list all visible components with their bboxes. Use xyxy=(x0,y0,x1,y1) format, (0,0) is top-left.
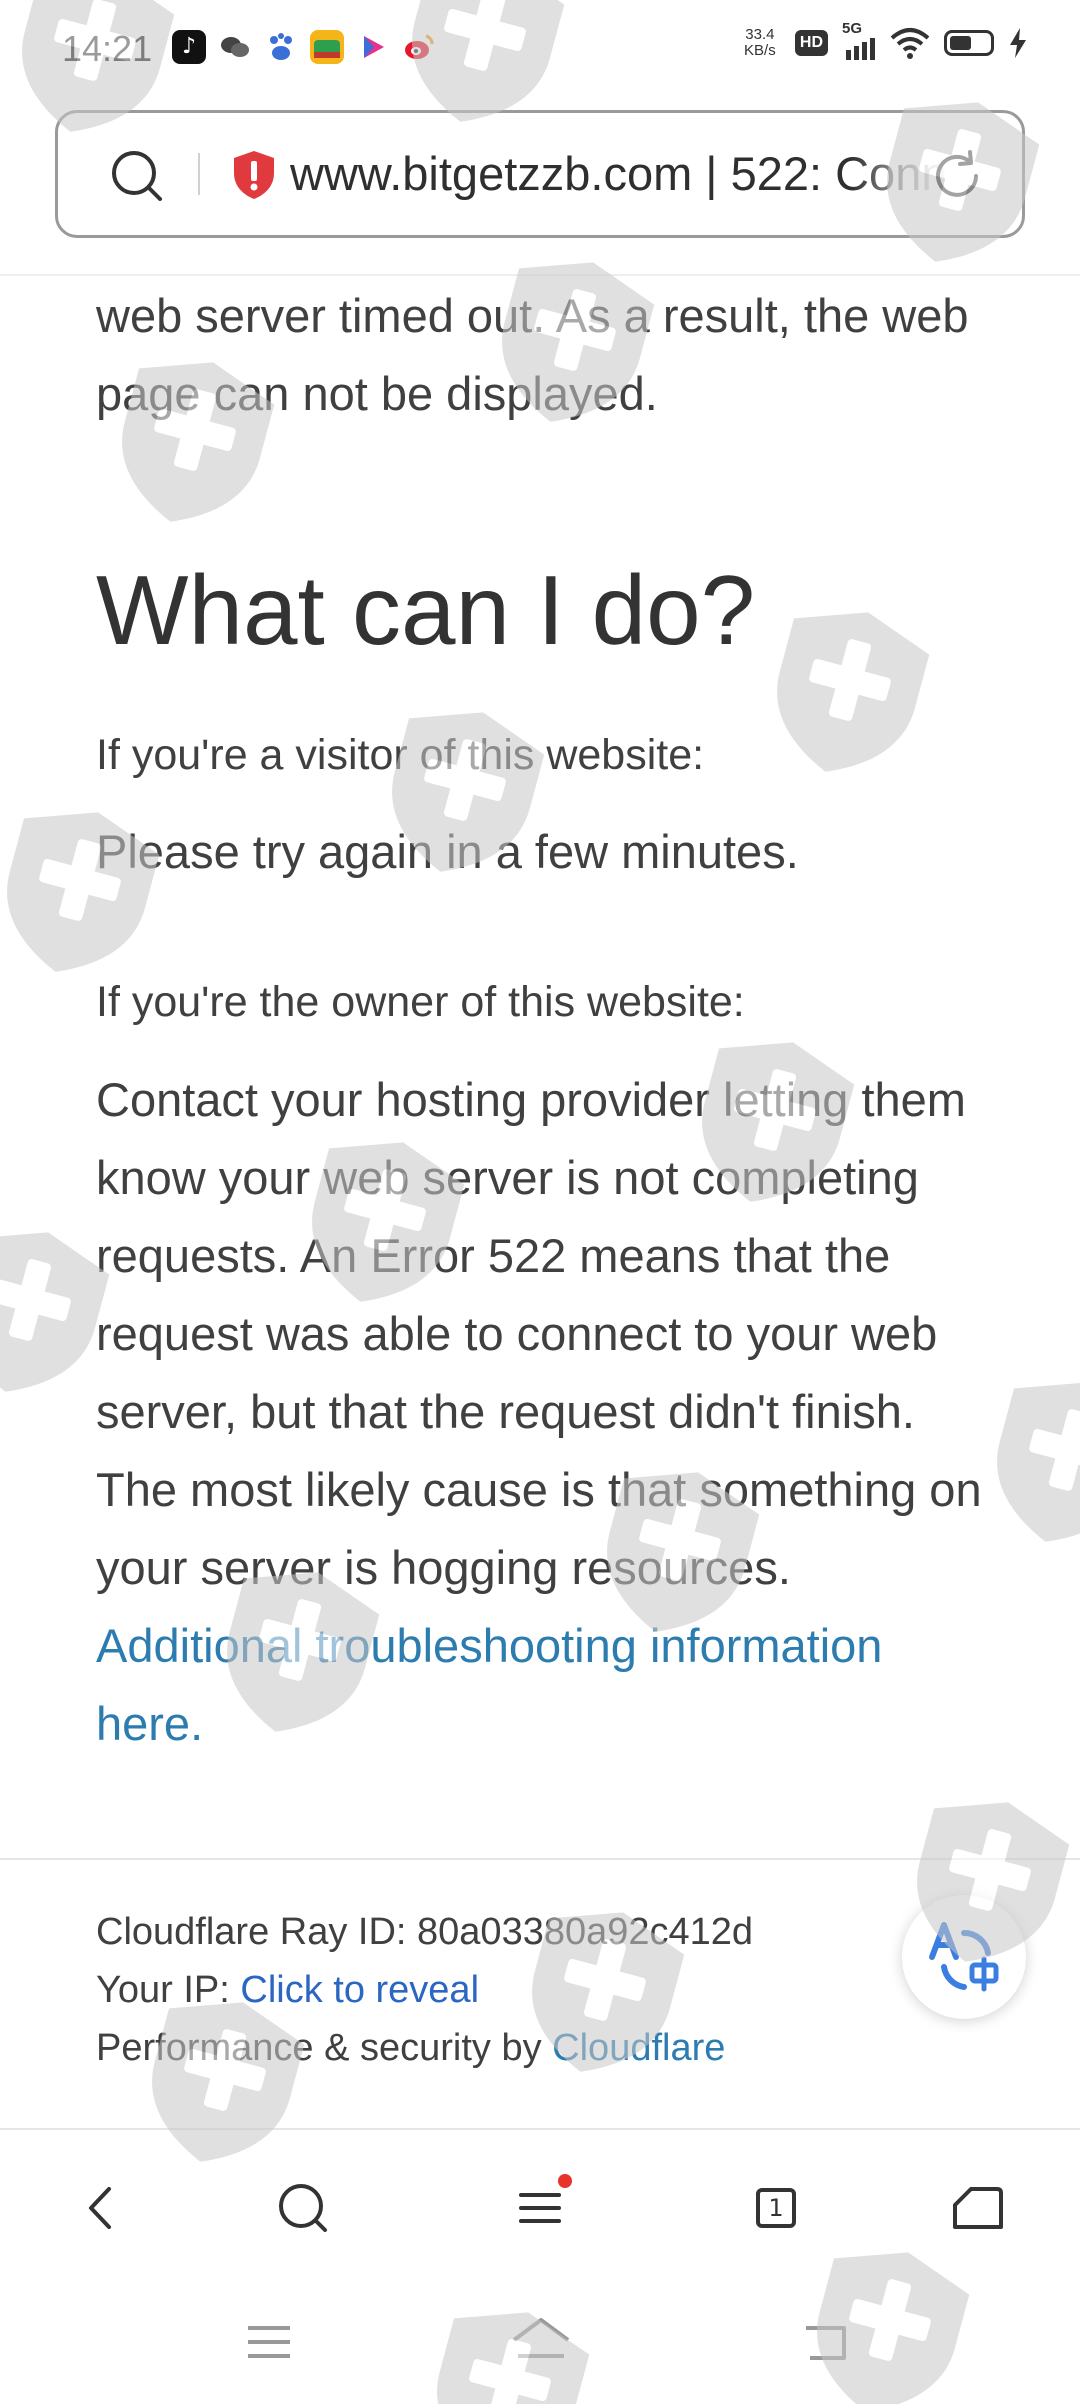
owner-text-block: Contact your hosting provider letting th… xyxy=(96,1061,996,1763)
menu-icon xyxy=(519,2193,561,2223)
net-speed-unit: KB/s xyxy=(744,42,776,59)
performance-line: Performance & security by Cloudflare xyxy=(96,2023,725,2073)
system-navigation-bar xyxy=(0,2280,1080,2404)
game-icon xyxy=(310,30,344,64)
network-type-label: 5G xyxy=(842,20,863,37)
tab-count: 1 xyxy=(756,2188,796,2228)
wifi-icon xyxy=(890,28,930,59)
owner-text: Contact your hosting provider letting th… xyxy=(96,1073,982,1594)
visitor-label: If you're a visitor of this website: xyxy=(96,731,705,779)
address-bar-divider xyxy=(198,153,200,195)
ray-id-label: Cloudflare Ray ID: xyxy=(96,1911,407,1953)
system-home-icon[interactable] xyxy=(510,2316,572,2366)
status-time: 14:21 xyxy=(62,28,153,69)
page-heading: What can I do? xyxy=(96,555,756,665)
wechat-icon xyxy=(218,30,252,64)
reveal-ip-link[interactable]: Click to reveal xyxy=(240,1969,479,2011)
cellular-signal-icon: 5G xyxy=(842,20,876,60)
video-icon xyxy=(356,30,390,64)
ip-label: Your IP: xyxy=(96,1969,230,2011)
cloudflare-link[interactable]: Cloudflare xyxy=(552,2027,725,2069)
tabs-button[interactable]: 1 xyxy=(736,2168,816,2248)
weibo-icon xyxy=(402,30,436,64)
ray-id-value: 80a03380a92c412d xyxy=(417,1911,754,1953)
home-icon xyxy=(953,2187,1003,2229)
back-button[interactable] xyxy=(62,2168,142,2248)
battery-level xyxy=(950,36,971,50)
visitor-text: Please try again in a few minutes. xyxy=(96,825,799,878)
battery-icon xyxy=(944,30,994,56)
tiktok-icon: ♪ xyxy=(172,30,206,64)
troubleshooting-link[interactable]: Additional troubleshooting information h… xyxy=(96,1619,882,1750)
notification-dot xyxy=(558,2174,572,2188)
status-app-icons: ♪ xyxy=(172,30,436,64)
browser-toolbar: 1 xyxy=(0,2130,1080,2280)
error-intro-text: web server timed out. As a result, the w… xyxy=(96,289,969,420)
status-indicators: 33.4 KB/s HD 5G xyxy=(739,20,1028,60)
translate-button[interactable] xyxy=(902,1895,1026,2019)
ip-line: Your IP: Click to reveal xyxy=(96,1965,479,2015)
performance-label: Performance & security by xyxy=(96,2027,542,2069)
search-icon[interactable] xyxy=(108,147,166,205)
header-divider xyxy=(0,274,1080,276)
menu-button[interactable] xyxy=(500,2168,580,2248)
system-back-icon[interactable] xyxy=(800,2318,850,2364)
back-icon xyxy=(89,2187,111,2229)
reload-icon[interactable] xyxy=(928,147,986,205)
search-button[interactable] xyxy=(263,2168,343,2248)
footer-divider xyxy=(0,1858,1080,1860)
home-button[interactable] xyxy=(938,2168,1018,2248)
net-speed: 33.4 KB/s xyxy=(739,27,781,59)
net-speed-value: 33.4 xyxy=(745,26,775,43)
search-icon xyxy=(279,2184,327,2232)
hd-badge: HD xyxy=(794,30,828,56)
url-text[interactable]: www.bitgetzzb.com | 522: Connection time… xyxy=(290,146,950,202)
baidu-icon xyxy=(264,30,298,64)
security-warning-icon[interactable] xyxy=(230,149,278,201)
charging-icon xyxy=(1010,28,1026,58)
status-bar: 14:21 ♪ 33.4 KB/s HD 5G xyxy=(0,0,1080,100)
address-bar[interactable]: www.bitgetzzb.com | 522: Connection time… xyxy=(55,110,1025,238)
owner-label: If you're the owner of this website: xyxy=(96,978,745,1026)
recent-apps-icon[interactable] xyxy=(244,2320,294,2364)
translate-icon xyxy=(929,1922,999,1992)
ray-id-line: Cloudflare Ray ID: 80a03380a92c412d xyxy=(96,1907,753,1957)
